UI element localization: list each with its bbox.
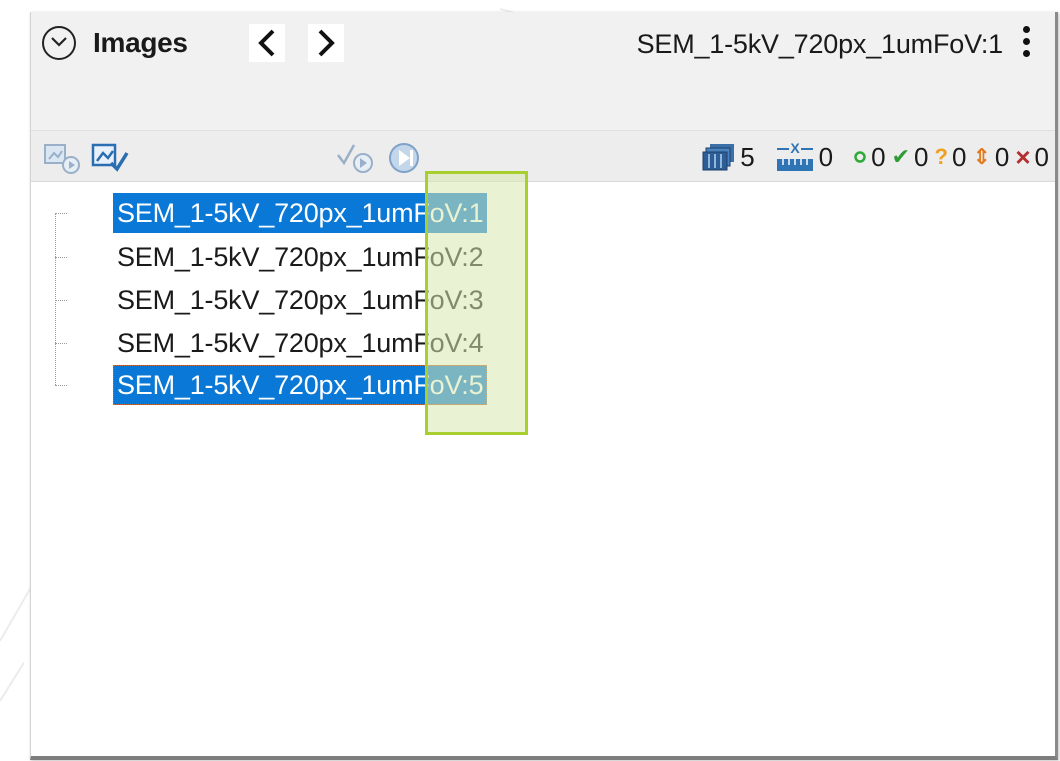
check-count-value: 0 — [914, 142, 929, 172]
tree-connector — [55, 343, 67, 344]
scale-bar-count: X 0 — [775, 141, 833, 173]
image-export-disabled-icon[interactable] — [43, 141, 81, 175]
check-count: ✔ 0 — [892, 141, 929, 173]
circle-status-count: 0 — [853, 141, 886, 173]
tree-connector — [55, 385, 67, 386]
panel-header: Images SEM_1-5kV_720px_1umFoV:1 — [31, 12, 1055, 130]
images-panel: Images SEM_1-5kV_720px_1umFoV:1 5 X 0 0 … — [30, 12, 1058, 760]
tree-connector — [55, 213, 56, 385]
tree-connector — [55, 213, 67, 214]
image-tree-item[interactable]: SEM_1-5kV_720px_1umFoV:2 — [113, 237, 487, 277]
background-line — [0, 662, 25, 702]
collapse-button[interactable] — [42, 26, 76, 60]
up-down-count-value: 0 — [994, 142, 1010, 172]
image-tree-item[interactable]: SEM_1-5kV_720px_1umFoV:5 — [113, 365, 488, 405]
scale-bar-icon: X — [776, 141, 813, 171]
up-down-arrow-icon: ⇕ — [972, 144, 991, 169]
question-count-value: 0 — [951, 142, 967, 172]
status-counts: 5 X 0 0 ✔ 0 ? 0 ⇕ 0 × 0 — [702, 139, 1055, 175]
play-next-icon[interactable] — [387, 141, 423, 175]
chevron-right-icon — [318, 29, 335, 57]
cross-count-value: 0 — [1034, 142, 1049, 172]
panel-title: Images — [93, 27, 188, 58]
image-count: 5 — [702, 141, 755, 173]
question-icon: ? — [934, 144, 948, 169]
background-line — [0, 588, 31, 642]
current-image-label: SEM_1-5kV_720px_1umFoV:1 — [636, 29, 1004, 59]
up-down-count: ⇕ 0 — [972, 141, 1009, 173]
next-image-button[interactable] — [308, 24, 344, 62]
previous-image-button[interactable] — [249, 24, 285, 62]
scale-bar-count-value: 0 — [818, 142, 834, 172]
approve-next-disabled-icon[interactable] — [336, 141, 376, 175]
more-options-icon[interactable] — [1019, 26, 1033, 64]
image-stack-icon — [702, 144, 735, 171]
image-tree-item[interactable]: SEM_1-5kV_720px_1umFoV:3 — [113, 280, 487, 320]
image-check-edit-icon[interactable] — [91, 141, 131, 175]
tree-connector — [55, 257, 67, 258]
chevron-down-icon — [51, 37, 67, 47]
question-count: ? 0 — [935, 141, 967, 173]
image-count-value: 5 — [740, 142, 755, 172]
chevron-left-icon — [258, 29, 275, 57]
image-tree-item[interactable]: SEM_1-5kV_720px_1umFoV:4 — [113, 323, 487, 363]
image-tree-item[interactable]: SEM_1-5kV_720px_1umFoV:1 — [113, 193, 488, 233]
panel-toolbar: 5 X 0 0 ✔ 0 ? 0 ⇕ 0 × 0 — [31, 130, 1055, 182]
cross-icon: × — [1015, 142, 1031, 172]
circle-status-icon — [854, 151, 866, 163]
cross-count: × 0 — [1015, 141, 1049, 173]
check-icon: ✔ — [891, 144, 911, 169]
svg-text:X: X — [790, 141, 800, 156]
tree-connector — [55, 300, 67, 301]
circle-status-count-value: 0 — [871, 142, 886, 172]
